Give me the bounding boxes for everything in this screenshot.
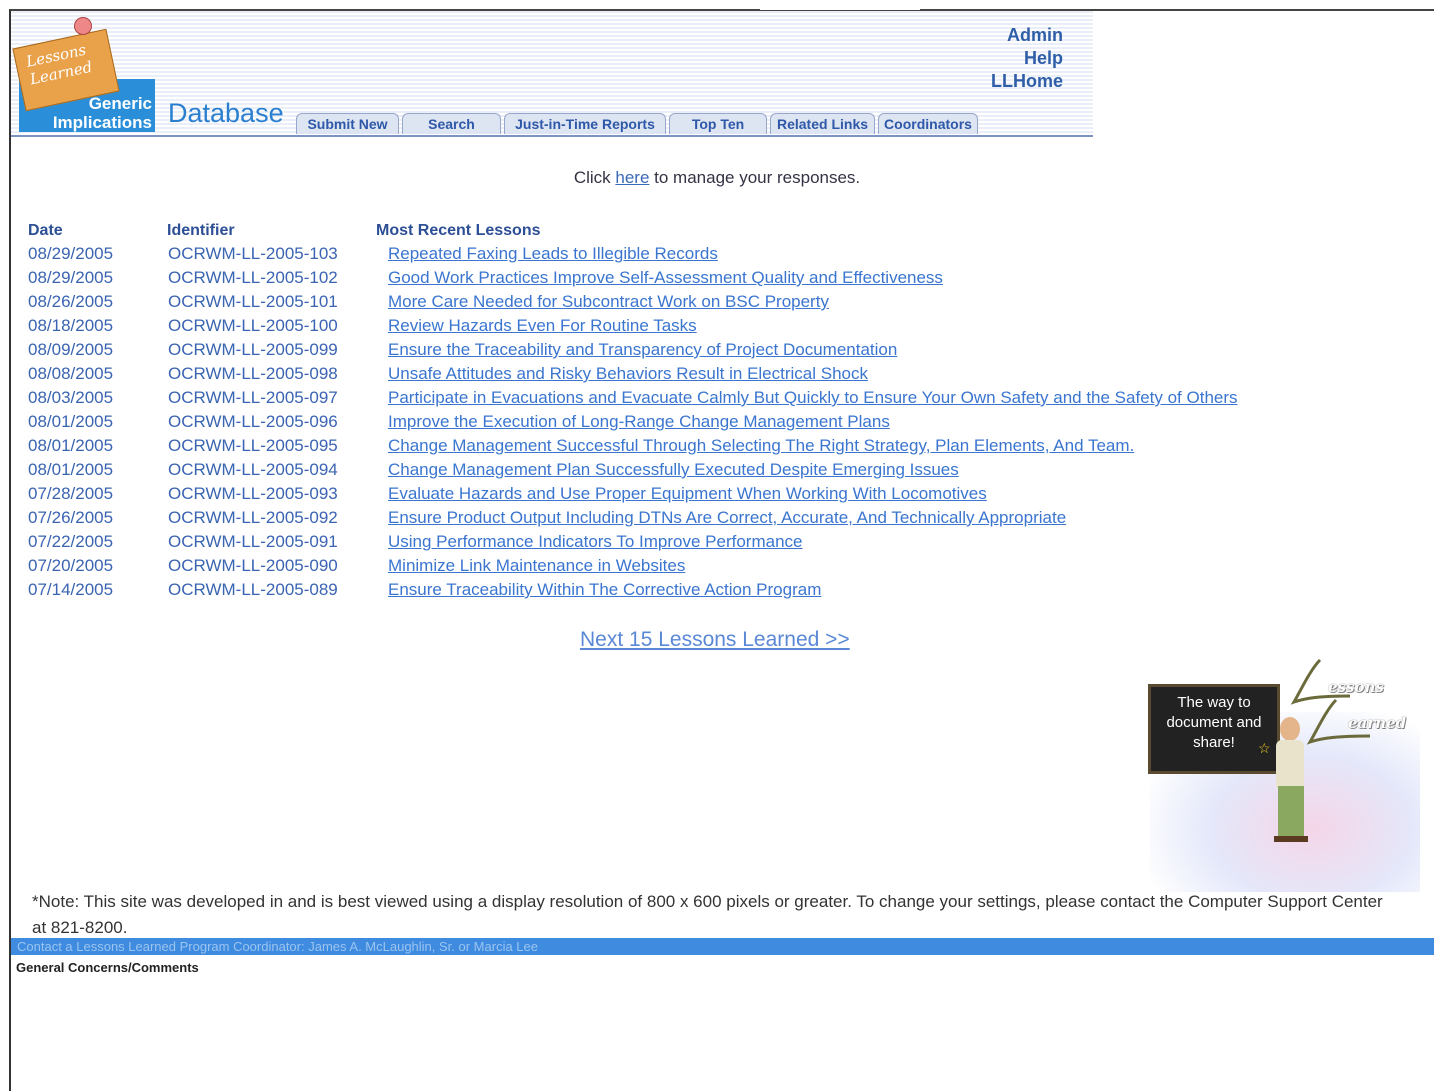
star-icon: ☆ (1258, 740, 1271, 756)
help-link[interactable]: Help (991, 47, 1063, 70)
manage-suffix: to manage your responses. (649, 168, 861, 187)
row-date: 08/29/2005 (28, 244, 114, 263)
lesson-link[interactable]: Good Work Practices Improve Self-Assessm… (388, 268, 943, 288)
lesson-link[interactable]: Improve the Execution of Long-Range Chan… (388, 412, 890, 432)
logo-text: Generic Implications (22, 94, 152, 132)
row-date: 08/01/2005 (28, 460, 114, 479)
lesson-link[interactable]: Evaluate Hazards and Use Proper Equipmen… (388, 484, 987, 504)
coordinator-contact-bar: Contact a Lessons Learned Program Coordi… (11, 938, 1434, 955)
lesson-link[interactable]: Ensure the Traceability and Transparency… (388, 340, 897, 360)
row-date: 07/28/2005 (28, 484, 114, 503)
pushpin-icon (74, 17, 92, 35)
column-header-most-recent-lessons: Most Recent Lessons (376, 222, 541, 239)
top-nav: Admin Help LLHome (991, 24, 1063, 93)
lesson-link[interactable]: Repeated Faxing Leads to Illegible Recor… (388, 244, 718, 264)
manage-prefix: Click (573, 168, 616, 187)
lesson-link[interactable]: Ensure Product Output Including DTNs Are… (388, 508, 1066, 528)
row-identifier: OCRWM-LL-2005-092 (168, 508, 338, 527)
row-identifier: OCRWM-LL-2005-094 (168, 460, 338, 479)
row-identifier: OCRWM-LL-2005-099 (168, 340, 338, 359)
manage-here-link[interactable]: here (615, 168, 649, 187)
lesson-link[interactable]: Minimize Link Maintenance in Websites (388, 556, 685, 576)
tab-submit-new[interactable]: Submit New (296, 113, 399, 134)
coordinator-contact-link[interactable]: Contact a Lessons Learned Program Coordi… (17, 939, 538, 954)
llhome-link[interactable]: LLHome (991, 70, 1063, 93)
row-identifier: OCRWM-LL-2005-100 (168, 316, 338, 335)
logo-card-text: Lessons Learned (24, 40, 94, 89)
chalkboard: The way to document and share! (1148, 684, 1280, 774)
lesson-link[interactable]: Review Hazards Even For Routine Tasks (388, 316, 697, 336)
tab-related-links[interactable]: Related Links (770, 113, 875, 134)
row-identifier: OCRWM-LL-2005-091 (168, 532, 338, 551)
row-date: 07/26/2005 (28, 508, 114, 527)
row-date: 08/03/2005 (28, 388, 114, 407)
lesson-link[interactable]: Ensure Traceability Within The Correctiv… (388, 580, 821, 600)
row-date: 07/22/2005 (28, 532, 114, 551)
row-identifier: OCRWM-LL-2005-089 (168, 580, 338, 599)
tab-coordinators[interactable]: Coordinators (878, 113, 978, 134)
lesson-link[interactable]: Using Performance Indicators To Improve … (388, 532, 802, 552)
row-identifier: OCRWM-LL-2005-097 (168, 388, 338, 407)
lesson-link[interactable]: Unsafe Attitudes and Risky Behaviors Res… (388, 364, 868, 384)
board-text-line-2: document and (1166, 714, 1262, 731)
tab-search[interactable]: Search (402, 113, 501, 134)
row-identifier: OCRWM-LL-2005-090 (168, 556, 338, 575)
teacher-legs (1278, 786, 1304, 838)
row-date: 08/01/2005 (28, 436, 114, 455)
database-title: Database (168, 98, 284, 128)
row-date: 08/26/2005 (28, 292, 114, 311)
column-header-date: Date (28, 222, 63, 239)
row-date: 08/18/2005 (28, 316, 114, 335)
row-identifier: OCRWM-LL-2005-096 (168, 412, 338, 431)
row-date: 07/14/2005 (28, 580, 114, 599)
row-date: 08/01/2005 (28, 412, 114, 431)
tab-top-ten[interactable]: Top Ten (669, 113, 767, 134)
lesson-link[interactable]: Change Management Plan Successfully Exec… (388, 460, 959, 480)
tab-just-in-time-reports[interactable]: Just-in-Time Reports (504, 113, 666, 134)
script-l-letters (1290, 658, 1371, 745)
general-concerns-comments[interactable]: General Concerns/Comments (16, 960, 199, 975)
top-cut (760, 0, 920, 10)
row-identifier: OCRWM-LL-2005-093 (168, 484, 338, 503)
lesson-link[interactable]: More Care Needed for Subcontract Work on… (388, 292, 829, 312)
row-date: 07/20/2005 (28, 556, 114, 575)
teacher-body (1276, 740, 1304, 788)
teacher-head (1280, 717, 1300, 741)
row-date: 08/29/2005 (28, 268, 114, 287)
row-identifier: OCRWM-LL-2005-101 (168, 292, 338, 311)
teacher-shoes (1274, 836, 1308, 842)
board-text-line-1: The way to (1177, 694, 1251, 711)
display-resolution-note: *Note: This site was developed in and is… (32, 892, 1383, 937)
column-header-identifier: Identifier (167, 222, 235, 239)
lesson-link[interactable]: Change Management Successful Through Sel… (388, 436, 1134, 456)
row-date: 08/08/2005 (28, 364, 114, 383)
next-15-lessons-link[interactable]: Next 15 Lessons Learned >> (580, 628, 850, 652)
row-identifier: OCRWM-LL-2005-095 (168, 436, 338, 455)
logo-text-implications: Implications (52, 113, 152, 132)
tab-bar: Submit New Search Just-in-Time Reports T… (296, 113, 981, 135)
row-identifier: OCRWM-LL-2005-098 (168, 364, 338, 383)
logo-text-generic: Generic (88, 94, 152, 113)
word-essons: essons (1328, 678, 1384, 696)
row-identifier: OCRWM-LL-2005-102 (168, 268, 338, 287)
lesson-link[interactable]: Participate in Evacuations and Evacuate … (388, 388, 1238, 408)
row-identifier: OCRWM-LL-2005-103 (168, 244, 338, 263)
row-date: 08/09/2005 (28, 340, 114, 359)
word-earned: earned (1348, 714, 1407, 732)
manage-responses-line: Click here to manage your responses. (0, 168, 1434, 188)
lessons-learned-illustration: The way to document and share! ☆ essons … (1140, 652, 1425, 892)
admin-link[interactable]: Admin (991, 24, 1063, 47)
